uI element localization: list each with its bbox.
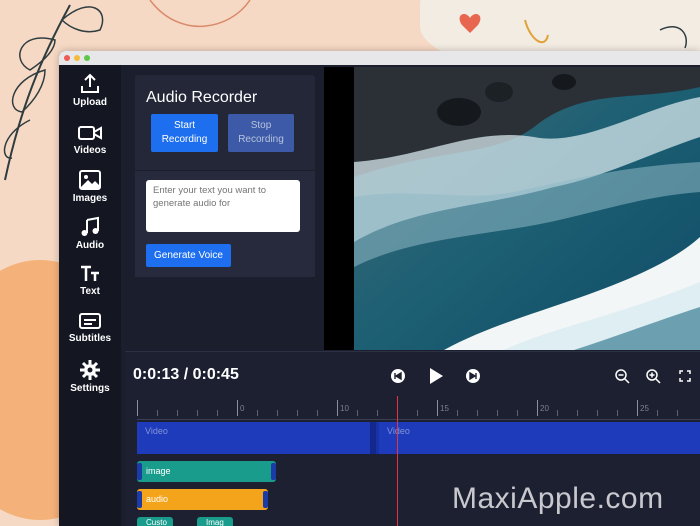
play-icon[interactable]	[427, 366, 445, 386]
clip-label: image	[146, 466, 171, 476]
clip-trim-handle[interactable]	[137, 491, 142, 508]
sidebar-item-subtitles[interactable]: Subtitles	[59, 311, 121, 344]
stop-recording-button[interactable]: Stop Recording	[228, 114, 294, 152]
sidebar-item-audio[interactable]: Audio	[59, 216, 121, 251]
generate-voice-button[interactable]: Generate Voice	[146, 244, 231, 267]
subtitles-icon	[79, 313, 101, 329]
clip-label: audio	[146, 494, 169, 504]
text-to-voice-section: Generate Voice	[135, 170, 315, 277]
app-window: Upload Videos Images Audio Text Subtitle…	[59, 51, 700, 526]
sidebar-item-label: Settings	[70, 383, 110, 394]
sidebar-item-upload[interactable]: Upload	[59, 73, 121, 108]
ruler-label: 20	[540, 404, 549, 413]
panel-title: Audio Recorder	[146, 89, 258, 106]
clip-label: Video	[387, 426, 410, 436]
sidebar-item-label: Audio	[75, 240, 105, 251]
skip-forward-icon[interactable]	[465, 368, 481, 384]
zoom-in-icon[interactable]	[645, 368, 661, 384]
video-camera-icon	[78, 126, 102, 140]
sidebar-item-label: Videos	[73, 145, 107, 156]
ruler-label: 0	[240, 404, 245, 413]
time-display: 0:0:13 / 0:0:45	[133, 366, 239, 383]
ruler-label: 25	[640, 404, 649, 413]
image-icon	[79, 170, 101, 190]
sidebar-item-label: Text	[80, 286, 100, 297]
sidebar-item-label: Upload	[73, 97, 107, 108]
button-label: Recording	[161, 134, 208, 145]
maximize-window-button[interactable]	[84, 55, 90, 61]
minimize-window-button[interactable]	[74, 55, 80, 61]
video-preview	[324, 67, 700, 350]
window-titlebar	[59, 51, 700, 65]
timeline-ruler[interactable]: 0 10 15 20 25	[137, 396, 700, 420]
close-window-button[interactable]	[64, 55, 70, 61]
zoom-out-icon[interactable]	[614, 368, 630, 384]
playhead[interactable]	[397, 396, 398, 526]
video-clip[interactable]: Video	[137, 422, 373, 454]
audio-clip[interactable]: audio	[137, 489, 268, 510]
clip-trim-handle[interactable]	[137, 463, 142, 480]
clip-trim-handle[interactable]	[263, 491, 268, 508]
sidebar-item-text[interactable]: Text	[59, 264, 121, 297]
video-clip[interactable]: Video	[379, 422, 700, 454]
sidebar-item-label: Images	[72, 193, 108, 204]
button-label: Start	[173, 120, 196, 131]
image-clip[interactable]: image	[137, 461, 276, 482]
audio-recorder-panel: Audio Recorder Start Recording Stop Reco…	[135, 75, 315, 277]
sidebar-item-label: Subtitles	[68, 333, 112, 344]
sidebar: Upload Videos Images Audio Text Subtitle…	[59, 65, 121, 526]
skip-back-icon[interactable]	[390, 368, 406, 384]
ruler-label: 10	[340, 404, 349, 413]
fit-timeline-icon[interactable]	[677, 368, 693, 384]
button-label: Stop	[250, 120, 272, 131]
voice-text-input[interactable]	[146, 180, 300, 232]
upload-icon	[81, 73, 99, 93]
ruler-label: 15	[440, 404, 449, 413]
sidebar-item-images[interactable]: Images	[59, 169, 121, 204]
video-track: Video Video	[137, 422, 700, 454]
start-recording-button[interactable]: Start Recording	[151, 114, 218, 152]
extra-clip[interactable]: Imag	[197, 517, 233, 526]
sidebar-item-videos[interactable]: Videos	[59, 123, 121, 156]
watermark-text: MaxiApple.com	[452, 482, 664, 515]
sidebar-item-settings[interactable]: Settings	[59, 359, 121, 394]
clip-trim-handle[interactable]	[370, 422, 376, 454]
button-label: Recording	[238, 134, 284, 145]
preview-frame-image	[354, 67, 700, 350]
text-icon	[81, 265, 99, 281]
music-note-icon	[81, 216, 99, 236]
clip-trim-handle[interactable]	[271, 463, 276, 480]
extra-clip[interactable]: Custo	[137, 517, 173, 526]
clip-label: Video	[145, 426, 168, 436]
gear-icon	[80, 360, 100, 380]
